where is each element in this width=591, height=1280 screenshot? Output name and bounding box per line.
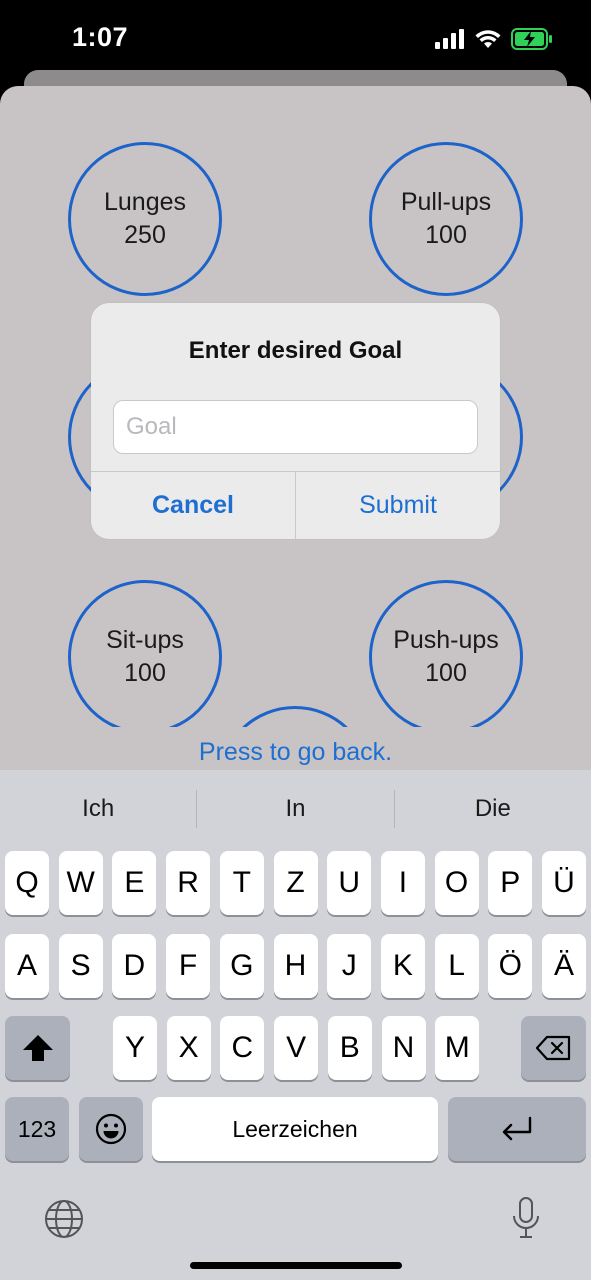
return-key[interactable] (448, 1097, 586, 1161)
key-g[interactable]: G (219, 934, 264, 998)
microphone-icon[interactable] (511, 1196, 541, 1240)
key-m[interactable]: M (435, 1016, 480, 1080)
key-y[interactable]: Y (113, 1016, 157, 1080)
space-key[interactable]: Leerzeichen (152, 1097, 438, 1161)
cancel-button[interactable]: Cancel (91, 472, 296, 539)
exercise-name: Pull-ups (400, 188, 492, 216)
key-p[interactable]: P (488, 851, 533, 915)
key-u[interactable]: U (327, 851, 372, 915)
battery-charging-icon (511, 28, 552, 50)
keyboard: Ich In Die QWERTZUIOPÜ ASDFGHJKLÖÄ YXCVB… (0, 770, 591, 1280)
alert-actions: Cancel Submit (91, 471, 500, 539)
partial-circle-clip (218, 706, 372, 727)
key-e[interactable]: E (112, 851, 157, 915)
goal-alert-dialog: Enter desired Goal Cancel Submit (91, 303, 500, 539)
key-w[interactable]: W (58, 851, 103, 915)
exercise-circle-push-ups[interactable]: Push-ups 100 (369, 580, 523, 734)
key-k[interactable]: K (380, 934, 425, 998)
exercise-goal: 100 (124, 659, 166, 687)
status-bar: 1:07 (0, 0, 591, 80)
key-a[interactable]: A (5, 934, 49, 998)
key-r[interactable]: R (166, 851, 211, 915)
suggestion-bar: Ich In Die (0, 770, 591, 848)
delete-key[interactable] (521, 1016, 586, 1080)
alert-title: Enter desired Goal (188, 337, 403, 364)
home-indicator (190, 1262, 402, 1269)
exercise-name: Lunges (103, 188, 187, 216)
suggestion-item[interactable]: Ich (0, 795, 196, 823)
shift-arrow-icon (22, 1035, 53, 1061)
exercise-goal: 100 (425, 221, 467, 249)
key-q[interactable]: Q (5, 851, 49, 915)
emoji-icon (95, 1113, 127, 1145)
key-s[interactable]: S (58, 934, 103, 998)
exercise-circle-pull-ups[interactable]: Pull-ups 100 (369, 142, 523, 296)
key-ü[interactable]: Ü (542, 851, 586, 915)
key-o[interactable]: O (434, 851, 479, 915)
status-time: 1:07 (72, 22, 129, 52)
shift-key[interactable] (5, 1016, 70, 1080)
key-t[interactable]: T (219, 851, 264, 915)
key-z[interactable]: Z (273, 851, 318, 915)
status-icons (435, 28, 553, 50)
key-i[interactable]: I (380, 851, 425, 915)
key-f[interactable]: F (166, 934, 211, 998)
key-c[interactable]: C (220, 1016, 265, 1080)
key-b[interactable]: B (327, 1016, 372, 1080)
cellular-signal-icon (435, 29, 464, 49)
emoji-key[interactable] (79, 1097, 143, 1161)
numbers-key[interactable]: 123 (5, 1097, 69, 1161)
backspace-icon (535, 1035, 570, 1061)
key-h[interactable]: H (273, 934, 318, 998)
submit-button[interactable]: Submit (296, 472, 500, 539)
exercise-circle-sit-ups[interactable]: Sit-ups 100 (68, 580, 222, 734)
goal-input[interactable] (113, 400, 478, 454)
return-arrow-icon (502, 1116, 532, 1141)
exercise-name: Sit-ups (106, 626, 184, 654)
suggestion-item[interactable]: Die (395, 795, 591, 823)
key-x[interactable]: X (166, 1016, 211, 1080)
key-d[interactable]: D (112, 934, 157, 998)
globe-icon[interactable] (44, 1199, 84, 1239)
key-n[interactable]: N (381, 1016, 426, 1080)
key-ä[interactable]: Ä (542, 934, 586, 998)
exercise-name: Push-ups (393, 626, 499, 654)
key-j[interactable]: J (327, 934, 372, 998)
key-l[interactable]: L (434, 934, 479, 998)
exercise-circle-partial[interactable] (218, 706, 372, 727)
key-v[interactable]: V (274, 1016, 319, 1080)
wifi-icon (475, 30, 501, 48)
exercise-goal: 100 (425, 659, 467, 687)
suggestion-item[interactable]: In (197, 795, 393, 823)
back-link[interactable]: Press to go back. (0, 738, 591, 767)
exercise-circle-lunges[interactable]: Lunges 250 (68, 142, 222, 296)
exercise-goal: 250 (124, 221, 166, 249)
key-ö[interactable]: Ö (488, 934, 533, 998)
